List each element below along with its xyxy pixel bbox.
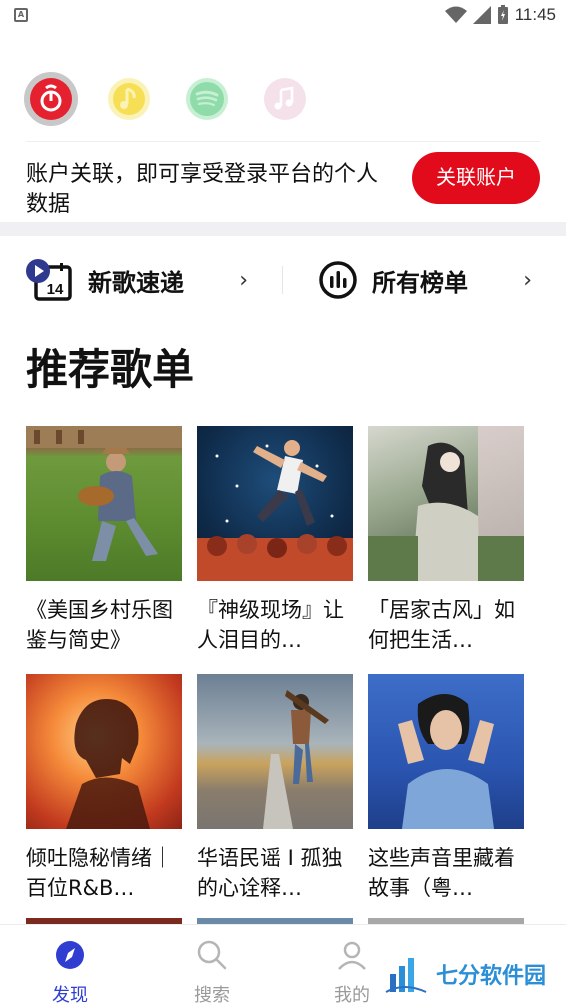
status-right: 11:45 — [444, 4, 556, 26]
tab-search-label: 搜索 — [194, 985, 230, 1006]
tab-mine[interactable]: 我的 — [312, 933, 392, 1006]
playlist-cover — [26, 674, 182, 829]
playlist-title: 这些声音里藏着故事（粤… — [368, 846, 515, 900]
wifi-icon — [444, 6, 467, 23]
quick-divider — [282, 266, 283, 294]
watermark-text: 七分软件园 — [436, 964, 547, 989]
netease-icon — [40, 84, 62, 112]
tab-discover[interactable]: 发现 — [30, 933, 110, 1006]
playlist-cover — [197, 426, 353, 581]
new-songs-label: 新歌速递 — [88, 268, 184, 297]
platform-qq-music[interactable] — [108, 78, 150, 120]
playlist-cover — [368, 674, 524, 829]
playlist-title: 倾吐隐秘情绪｜百位R&B… — [26, 846, 173, 900]
playlist-card[interactable]: 倾吐隐秘情绪｜百位R&B… — [26, 674, 182, 905]
playlist-card[interactable]: 这些声音里藏着故事（粤… — [368, 674, 524, 905]
all-charts-label: 所有榜单 — [372, 268, 468, 297]
playlist-cover — [197, 674, 353, 829]
playlist-title: 《美国乡村乐图鉴与简史》 — [26, 598, 173, 652]
chart-circle-icon — [319, 261, 357, 299]
playlist-card[interactable]: 华语民谣 I 孤独的心诠释… — [197, 674, 353, 905]
apple-music-icon — [274, 86, 294, 110]
recommended-playlists-title: 推荐歌单 — [26, 345, 195, 394]
clock: 11:45 — [514, 5, 556, 24]
link-account-message: 账户关联，即可享受登录平台的个人数据 — [26, 162, 379, 214]
platform-netease[interactable] — [24, 72, 78, 126]
playlist-card[interactable]: 『神级现场』让人泪目的… — [197, 426, 353, 657]
new-songs-entry[interactable]: 14 新歌速递 › — [26, 252, 256, 308]
compass-icon — [56, 941, 84, 969]
watermark-logo-icon — [385, 958, 427, 993]
platform-spotify[interactable] — [186, 78, 228, 120]
calendar-play-icon: 14 — [26, 259, 72, 301]
status-bar: A 11:45 — [0, 0, 566, 30]
app-screen: A 11:45 账户关联，即可享受登录平台的个人数据 关联账户 14 新歌速递 … — [0, 0, 566, 1006]
search-icon — [197, 940, 227, 970]
tab-discover-label: 发现 — [52, 985, 88, 1006]
playlist-title: 「居家古风」如何把生活… — [368, 598, 515, 652]
playlist-card[interactable]: 《美国乡村乐图鉴与简史》 — [26, 426, 182, 657]
signal-icon — [472, 6, 491, 24]
spotify-icon — [190, 82, 224, 116]
user-icon — [338, 941, 366, 970]
playlist-cover — [368, 426, 524, 581]
site-watermark: 七分软件园 — [384, 944, 560, 1004]
link-account-button[interactable]: 关联账户 — [412, 152, 540, 204]
notification-icon: A — [14, 8, 28, 22]
divider — [26, 141, 540, 142]
chevron-right-icon: › — [523, 268, 532, 293]
tab-mine-label: 我的 — [334, 985, 370, 1006]
all-charts-entry[interactable]: 所有榜单 › — [318, 252, 540, 308]
playlist-cover — [26, 426, 182, 581]
platform-apple-music[interactable] — [264, 78, 306, 120]
section-separator — [0, 222, 566, 236]
battery-icon — [497, 5, 508, 24]
chevron-right-icon: › — [239, 268, 248, 293]
qq-music-icon — [113, 83, 145, 115]
tab-search[interactable]: 搜索 — [172, 933, 252, 1006]
playlist-title: 『神级现场』让人泪目的… — [197, 598, 344, 652]
calendar-day: 14 — [47, 281, 64, 298]
platform-selector — [24, 72, 544, 126]
playlist-title: 华语民谣 I 孤独的心诠释… — [197, 846, 343, 900]
playlist-card[interactable]: 「居家古风」如何把生活… — [368, 426, 524, 657]
